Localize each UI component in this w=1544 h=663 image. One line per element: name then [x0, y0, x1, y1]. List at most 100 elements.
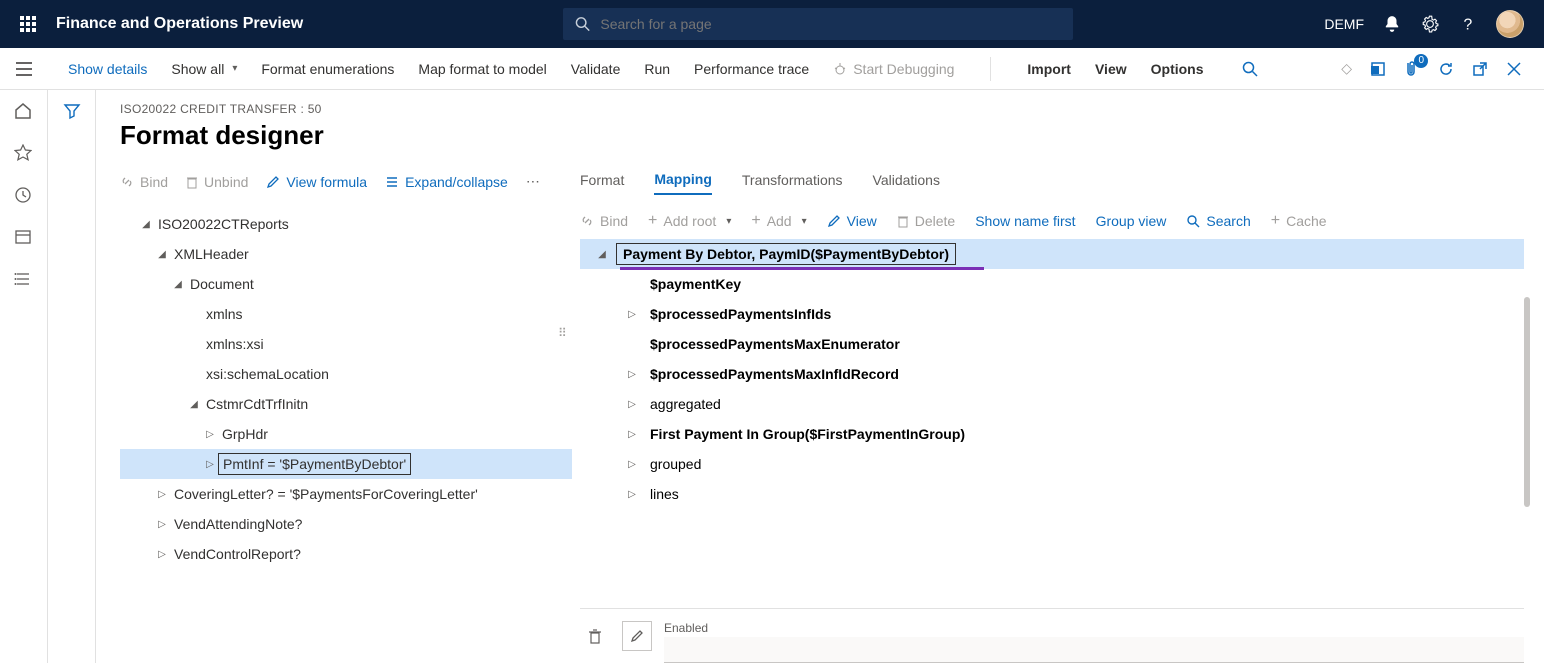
- attachments-icon[interactable]: 0: [1404, 60, 1420, 78]
- cmd-validate[interactable]: Validate: [571, 61, 621, 77]
- tree-node[interactable]: xsi:schemaLocation: [120, 359, 572, 389]
- home-icon[interactable]: [14, 102, 34, 122]
- expand-icon[interactable]: ▷: [154, 519, 170, 530]
- rtb-add[interactable]: +Add: [751, 213, 806, 229]
- rtb-group-view[interactable]: Group view: [1096, 213, 1167, 229]
- rtb-show-name-first[interactable]: Show name first: [975, 213, 1075, 229]
- tab-format[interactable]: Format: [580, 172, 624, 194]
- collapse-icon[interactable]: ◢: [170, 279, 186, 290]
- map-node[interactable]: $paymentKey: [580, 269, 1524, 299]
- leaf-icon: [186, 309, 202, 320]
- tree-node[interactable]: ▷VendAttendingNote?: [120, 509, 572, 539]
- filter-icon[interactable]: [63, 102, 81, 663]
- tab-transformations[interactable]: Transformations: [742, 172, 843, 194]
- tree-node[interactable]: ▷CoveringLetter? = '$PaymentsForCovering…: [120, 479, 572, 509]
- map-node[interactable]: ▷aggregated: [580, 389, 1524, 419]
- tb-expand-collapse[interactable]: Expand/collapse: [385, 174, 508, 190]
- company-code[interactable]: DEMF: [1324, 16, 1364, 32]
- link-icon: [120, 175, 134, 189]
- expand-icon[interactable]: ▷: [154, 489, 170, 500]
- expand-icon[interactable]: ▷: [202, 429, 218, 440]
- collapse-icon[interactable]: ◢: [186, 399, 202, 410]
- enabled-input[interactable]: [664, 637, 1524, 663]
- cmd-format-enumerations[interactable]: Format enumerations: [261, 61, 394, 77]
- cmd-view[interactable]: View: [1095, 61, 1127, 77]
- refresh-icon[interactable]: [1438, 61, 1454, 77]
- more-icon[interactable]: ⋯: [526, 173, 540, 190]
- expand-icon[interactable]: ▷: [624, 459, 640, 470]
- expand-icon[interactable]: ▷: [154, 549, 170, 560]
- expand-icon[interactable]: ▷: [624, 489, 640, 500]
- tree-node[interactable]: xmlns: [120, 299, 572, 329]
- expand-icon[interactable]: ▷: [624, 369, 640, 380]
- collapse-icon[interactable]: ◢: [138, 219, 154, 230]
- tree-node[interactable]: ◢Document: [120, 269, 572, 299]
- leaf-icon: [186, 369, 202, 380]
- bell-icon[interactable]: [1382, 14, 1402, 34]
- close-icon[interactable]: [1506, 61, 1522, 77]
- tree-node[interactable]: ▷GrpHdr: [120, 419, 572, 449]
- nav-toggle-icon[interactable]: [0, 48, 48, 90]
- expand-icon[interactable]: ▷: [624, 309, 640, 320]
- trash-icon: [186, 175, 198, 189]
- cmd-search[interactable]: [1242, 61, 1258, 77]
- expand-icon[interactable]: ▷: [624, 429, 640, 440]
- link-icon[interactable]: ◇: [1341, 60, 1352, 77]
- expand-icon[interactable]: ▷: [624, 399, 640, 410]
- rtb-add-root[interactable]: +Add root: [648, 213, 731, 229]
- tree-node[interactable]: ◢CstmrCdtTrfInitn: [120, 389, 572, 419]
- tree-node-selected[interactable]: ▷PmtInf = '$PaymentByDebtor': [120, 449, 572, 479]
- cmd-run[interactable]: Run: [644, 61, 670, 77]
- help-icon[interactable]: ?: [1458, 14, 1478, 34]
- map-node[interactable]: ▷$processedPaymentsInfIds: [580, 299, 1524, 329]
- cmd-performance-trace[interactable]: Performance trace: [694, 61, 809, 77]
- popout-icon[interactable]: [1472, 61, 1488, 77]
- cmd-import[interactable]: Import: [1027, 61, 1071, 77]
- cmd-options[interactable]: Options: [1151, 61, 1204, 77]
- pencil-icon: [630, 629, 644, 643]
- collapse-icon[interactable]: ◢: [154, 249, 170, 260]
- bottom-edit-bar: Enabled: [580, 608, 1524, 663]
- office-icon[interactable]: [1370, 61, 1386, 77]
- leaf-icon: [624, 339, 640, 350]
- cmd-show-all[interactable]: Show all: [171, 61, 237, 77]
- rtb-cache: +Cache: [1271, 213, 1327, 229]
- delete-button[interactable]: [580, 621, 610, 651]
- expand-icon[interactable]: ▷: [202, 459, 218, 470]
- map-node-selected[interactable]: ◢Payment By Debtor, PaymID($PaymentByDeb…: [580, 239, 1524, 269]
- pane-resize-handle[interactable]: ⠿: [558, 326, 569, 340]
- star-icon[interactable]: [14, 144, 34, 164]
- map-node[interactable]: ▷lines: [580, 479, 1524, 509]
- map-node[interactable]: $processedPaymentsMaxEnumerator: [580, 329, 1524, 359]
- global-search[interactable]: [563, 8, 1073, 40]
- map-node[interactable]: ▷grouped: [580, 449, 1524, 479]
- tree-node[interactable]: ◢XMLHeader: [120, 239, 572, 269]
- mapping-tree: ◢Payment By Debtor, PaymID($PaymentByDeb…: [580, 239, 1524, 509]
- rtb-search[interactable]: Search: [1186, 213, 1250, 229]
- list-icon: [385, 175, 399, 189]
- collapse-icon[interactable]: ◢: [594, 249, 610, 260]
- body: ISO20022 CREDIT TRANSFER : 50 Format des…: [0, 90, 1544, 663]
- gear-icon[interactable]: [1420, 14, 1440, 34]
- map-node[interactable]: ▷First Payment In Group($FirstPaymentInG…: [580, 419, 1524, 449]
- tab-mapping[interactable]: Mapping: [654, 171, 712, 195]
- app-launcher-icon[interactable]: [8, 0, 48, 48]
- tb-bind: Bind: [120, 174, 168, 190]
- tab-validations[interactable]: Validations: [873, 172, 940, 194]
- clock-icon[interactable]: [14, 186, 34, 206]
- cmd-show-details[interactable]: Show details: [68, 61, 147, 77]
- tb-view-formula[interactable]: View formula: [266, 174, 367, 190]
- map-node[interactable]: ▷$processedPaymentsMaxInfIdRecord: [580, 359, 1524, 389]
- workspace-icon[interactable]: [14, 228, 34, 248]
- bug-icon: [833, 62, 847, 76]
- edit-button[interactable]: [622, 621, 652, 651]
- modules-icon[interactable]: [14, 270, 34, 290]
- rtb-view[interactable]: View: [827, 213, 877, 229]
- tree-node[interactable]: ◢ISO20022CTReports: [120, 209, 572, 239]
- cmd-map-format[interactable]: Map format to model: [418, 61, 546, 77]
- scrollbar-thumb[interactable]: [1524, 297, 1530, 507]
- global-search-input[interactable]: [600, 16, 1061, 32]
- tree-node[interactable]: ▷VendControlReport?: [120, 539, 572, 569]
- tree-node[interactable]: xmlns:xsi: [120, 329, 572, 359]
- user-avatar[interactable]: [1496, 10, 1524, 38]
